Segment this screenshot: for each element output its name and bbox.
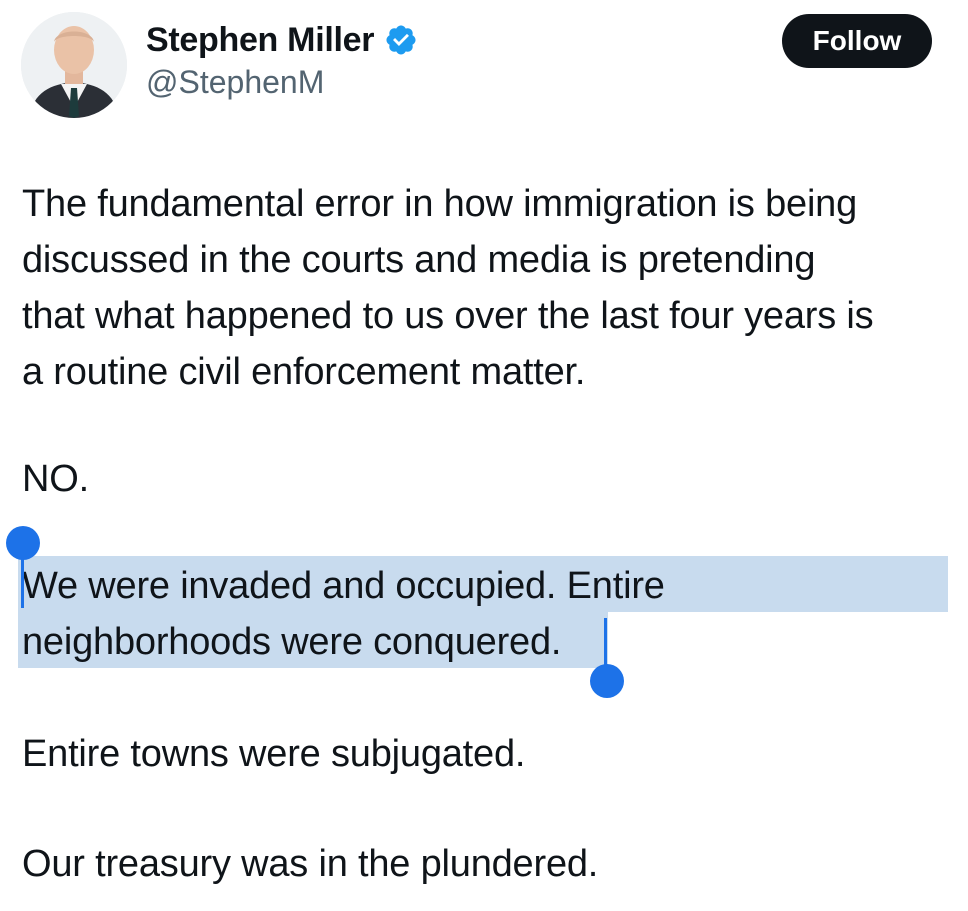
tweet-line: We were invaded and occupied. Entire [22, 565, 665, 607]
tweet-paragraph-1: The fundamental error in how immigration… [22, 176, 874, 400]
tweet-line: that what happened to us over the last f… [22, 295, 874, 337]
tweet-paragraph-3-selected[interactable]: We were invaded and occupied. Entire nei… [22, 558, 665, 670]
selection-end-handle-icon[interactable] [590, 664, 624, 698]
tweet-line: discussed in the courts and media is pre… [22, 239, 816, 281]
author-name-row: Stephen Miller [146, 17, 418, 63]
tweet-line: neighborhoods were conquered. [22, 621, 562, 663]
avatar-image [21, 12, 127, 118]
tweet-paragraph-2: NO. [22, 458, 89, 500]
tweet-paragraph-4: Entire towns were subjugated. [22, 733, 526, 775]
tweet-line: The fundamental error in how immigration… [22, 183, 858, 225]
avatar[interactable] [21, 12, 127, 118]
tweet-paragraph-5: Our treasury was in the plundered. [22, 843, 599, 885]
selection-start-caret [21, 546, 24, 608]
verified-badge-icon [384, 23, 418, 57]
tweet-line: a routine civil enforcement matter. [22, 351, 586, 393]
follow-button[interactable]: Follow [782, 14, 932, 68]
tweet-header: Stephen Miller @StephenM Follow [0, 0, 968, 140]
author-handle[interactable]: @StephenM [146, 64, 324, 101]
author-display-name[interactable]: Stephen Miller [146, 21, 374, 60]
